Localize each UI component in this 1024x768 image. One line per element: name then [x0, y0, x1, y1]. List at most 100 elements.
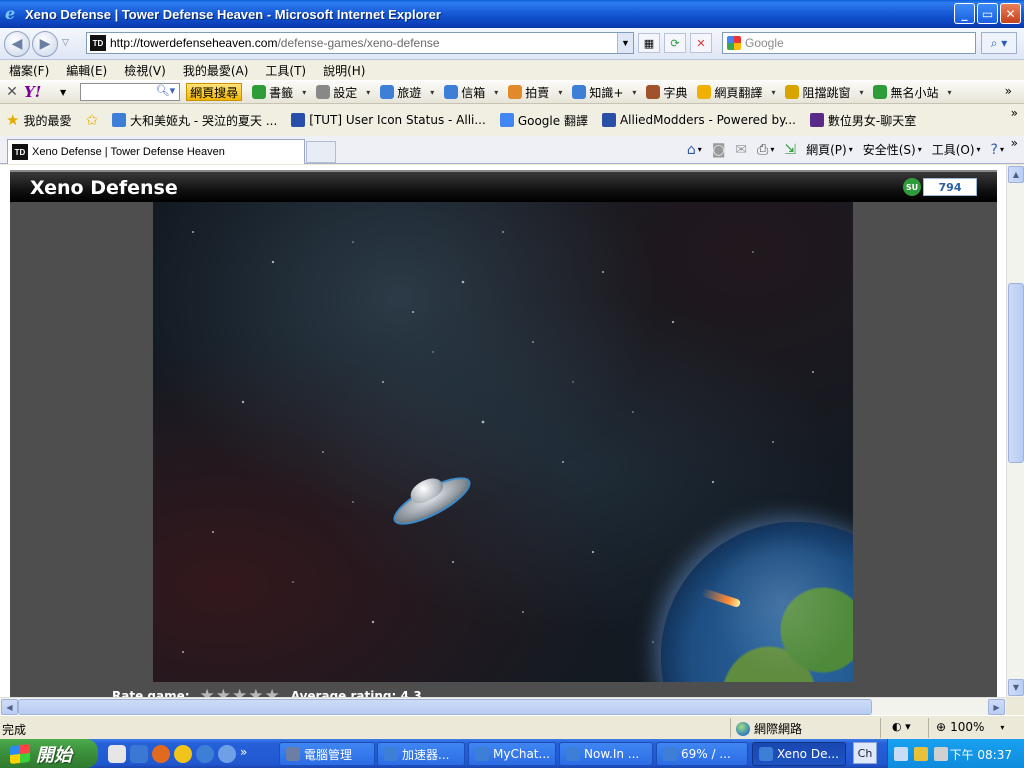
address-input[interactable]: TD http://towerdefenseheaven.com/defense…	[86, 32, 634, 54]
menu-favorites[interactable]: 我的最愛(A)	[183, 62, 249, 79]
history-dropdown-button[interactable]: ▽	[62, 38, 69, 48]
taskbar-button-computer-management[interactable]: 電腦管理	[279, 742, 375, 766]
menu-edit[interactable]: 編輯(E)	[66, 62, 107, 79]
scroll-down-arrow-icon[interactable]: ▼	[1008, 679, 1024, 696]
yahoo-menu-caret-icon[interactable]: ▼	[60, 88, 66, 97]
yahoo-mail[interactable]: 信箱 ▾	[444, 84, 498, 101]
yahoo-logo[interactable]: Y!	[24, 83, 58, 101]
close-button[interactable]: ✕	[1000, 3, 1021, 24]
stop-icon[interactable]: ✕	[690, 33, 712, 53]
help-button[interactable]: ? ▾	[991, 142, 1004, 158]
page-menu[interactable]: 網頁(P) ▾	[806, 141, 853, 158]
quick-launch-more-icon[interactable]: »	[240, 745, 258, 763]
game-canvas[interactable]	[153, 202, 853, 682]
network-icon[interactable]	[894, 746, 908, 761]
vertical-scroll-thumb[interactable]	[1008, 283, 1024, 463]
messenger-icon[interactable]	[174, 745, 192, 763]
security-tray-icon[interactable]	[914, 746, 928, 761]
ie-quicklaunch-icon[interactable]	[196, 745, 214, 763]
ie-page-icon	[475, 747, 489, 761]
window-title: Xeno Defense | Tower Defense Heaven - Mi…	[25, 6, 441, 22]
add-favorite-button[interactable]: ✩	[85, 111, 98, 129]
clock[interactable]: 下午 08:37	[950, 746, 1012, 763]
internet-explorer-icon: e	[5, 4, 16, 23]
protected-mode-icon[interactable]: ◐ ▾	[892, 720, 911, 733]
language-bar[interactable]: Ch	[853, 742, 877, 764]
forward-arrow-icon: ▶	[39, 36, 51, 52]
tab-xeno-defense[interactable]: TD Xeno Defense | Tower Defense Heaven	[7, 139, 305, 164]
yahoo-dictionary[interactable]: 字典	[646, 84, 687, 101]
taskbar-button-mychat[interactable]: MyChat...	[468, 742, 556, 766]
scroll-right-arrow-icon[interactable]: ▶	[988, 699, 1005, 715]
command-more-chevron-icon[interactable]: »	[1011, 136, 1018, 150]
yahoo-translate[interactable]: 網頁翻譯 ▾	[697, 84, 775, 101]
maximize-button[interactable]: ▭	[977, 3, 998, 24]
yahoo-knowledge[interactable]: 知識+ ▾	[572, 84, 636, 101]
favorites-center-button[interactable]: ★ 我的最愛	[6, 111, 71, 129]
address-dropdown-button[interactable]: ▼	[617, 33, 633, 53]
back-button[interactable]: ◀	[4, 31, 30, 57]
toolbar-more-chevron-icon[interactable]: »	[1005, 84, 1012, 98]
media-player-icon[interactable]	[108, 745, 126, 763]
menu-tools[interactable]: 工具(T)	[265, 62, 306, 79]
tools-menu[interactable]: 工具(O) ▾	[932, 141, 981, 158]
security-zone[interactable]: 網際網路	[736, 720, 802, 737]
firefox-icon[interactable]	[152, 745, 170, 763]
new-tab-button[interactable]	[306, 141, 336, 163]
search-button[interactable]: ⌕ ▾	[981, 32, 1017, 54]
favorite-link-2[interactable]: [TUT] User Icon Status - Alli...	[291, 113, 486, 127]
rating-stars[interactable]: ★★★★★	[200, 686, 281, 697]
taskbar-button-accelerator[interactable]: 加速器...	[377, 742, 465, 766]
favorite-link-4[interactable]: AlliedModders - Powered by...	[601, 113, 796, 127]
ie-page-icon	[566, 747, 580, 761]
mail-button[interactable]: ✉	[735, 142, 747, 158]
volume-icon[interactable]	[934, 746, 948, 761]
yahoo-search-input[interactable]: 🔍︎▾	[80, 83, 181, 101]
horizontal-scrollbar[interactable]: ◀ ▶	[0, 697, 1006, 715]
yahoo-search-button[interactable]: 網頁搜尋	[186, 83, 243, 101]
search-input[interactable]: Google	[722, 32, 976, 54]
start-button[interactable]: 開始	[0, 739, 98, 768]
stumbleupon-count[interactable]: 794	[923, 178, 977, 196]
menu-help[interactable]: 說明(H)	[323, 62, 365, 79]
menu-file[interactable]: 檔案(F)	[9, 62, 49, 79]
scroll-up-arrow-icon[interactable]: ▲	[1008, 166, 1024, 183]
send-button[interactable]: ⇲	[784, 142, 796, 158]
refresh-icon[interactable]: ⟳	[664, 33, 686, 53]
yahoo-bookmarks[interactable]: 書籤 ▾	[252, 84, 306, 101]
minimize-button[interactable]: _	[954, 3, 975, 24]
system-tray: 下午 08:37	[887, 739, 1024, 768]
vertical-scrollbar[interactable]: ▲ ▼	[1006, 165, 1024, 697]
favorite-link-3[interactable]: Google 翻譯	[499, 112, 588, 129]
favorites-bar: ★ 我的最愛 ✩ 大和美姬丸 - 哭泣的夏天 ... [TUT] User Ico…	[0, 104, 1024, 136]
compatibility-icon[interactable]: ▦	[638, 33, 660, 53]
yahoo-popup-blocker[interactable]: 阻擋跳窗 ▾	[785, 84, 863, 101]
taskbar-button-xeno-defense[interactable]: Xeno De...	[752, 742, 846, 766]
chat-icon[interactable]	[218, 745, 236, 763]
tab-label: Xeno Defense | Tower Defense Heaven	[32, 146, 225, 158]
stumbleupon-icon[interactable]: SU	[903, 178, 921, 196]
yahoo-auction[interactable]: 拍賣 ▾	[508, 84, 562, 101]
horizontal-scroll-thumb[interactable]	[18, 699, 872, 715]
window-title-bar[interactable]: e Xeno Defense | Tower Defense Heaven - …	[0, 0, 1024, 28]
yahoo-travel[interactable]: 旅遊 ▾	[380, 84, 434, 101]
favorites-more-chevron-icon[interactable]: »	[1011, 106, 1018, 120]
scroll-left-arrow-icon[interactable]: ◀	[1, 699, 18, 715]
ie-page-icon	[384, 747, 398, 761]
taskbar-button-download[interactable]: 69% / ...	[656, 742, 748, 766]
desktop-icon[interactable]	[130, 745, 148, 763]
home-button[interactable]: ⌂ ▾	[687, 142, 702, 158]
safety-menu[interactable]: 安全性(S) ▾	[863, 141, 922, 158]
forward-button[interactable]: ▶	[32, 31, 58, 57]
yahoo-settings[interactable]: 設定 ▾	[316, 84, 370, 101]
close-toolbar-icon[interactable]: ✕	[0, 84, 24, 100]
taskbar-button-nowin[interactable]: Now.In ...	[559, 742, 653, 766]
feeds-button[interactable]: ◙	[712, 142, 726, 158]
zoom-level[interactable]: ⊕ 100% ▾	[936, 720, 1004, 734]
windows-flag-icon	[10, 743, 30, 764]
favorite-link-1[interactable]: 大和美姬丸 - 哭泣的夏天 ...	[112, 112, 277, 129]
menu-view[interactable]: 檢視(V)	[124, 62, 166, 79]
print-button[interactable]: ⎙ ▾	[757, 142, 774, 158]
yahoo-wretch[interactable]: 無名小站 ▾	[873, 84, 952, 101]
favorite-link-5[interactable]: 數位男女-聊天室	[809, 112, 916, 129]
